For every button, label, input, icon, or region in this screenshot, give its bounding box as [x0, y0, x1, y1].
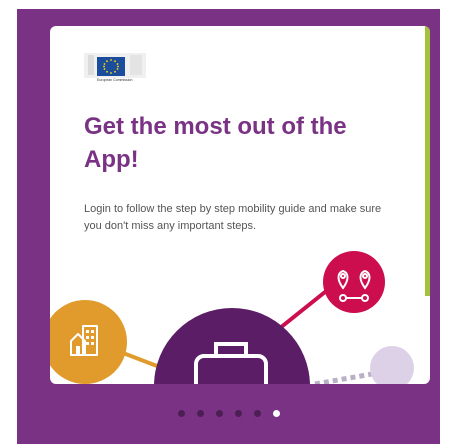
- mobility-illustration: [50, 251, 414, 384]
- page-indicator: [17, 410, 440, 422]
- briefcase-icon: [154, 308, 310, 384]
- page-dot-4[interactable]: [234, 410, 242, 417]
- page-dot-1[interactable]: [177, 410, 185, 417]
- route-pins-icon: [323, 251, 385, 313]
- empty-node-circle: [370, 346, 414, 384]
- page-dot-3[interactable]: [215, 410, 223, 417]
- page-dot-6[interactable]: [272, 410, 280, 417]
- page-dot-5[interactable]: [253, 410, 261, 417]
- building-icon: [50, 300, 127, 384]
- page-dot-2[interactable]: [196, 410, 204, 417]
- onboarding-card[interactable]: European Commission Get the most out of …: [50, 26, 430, 384]
- onboarding-screen: European Commission Get the most out of …: [17, 9, 440, 444]
